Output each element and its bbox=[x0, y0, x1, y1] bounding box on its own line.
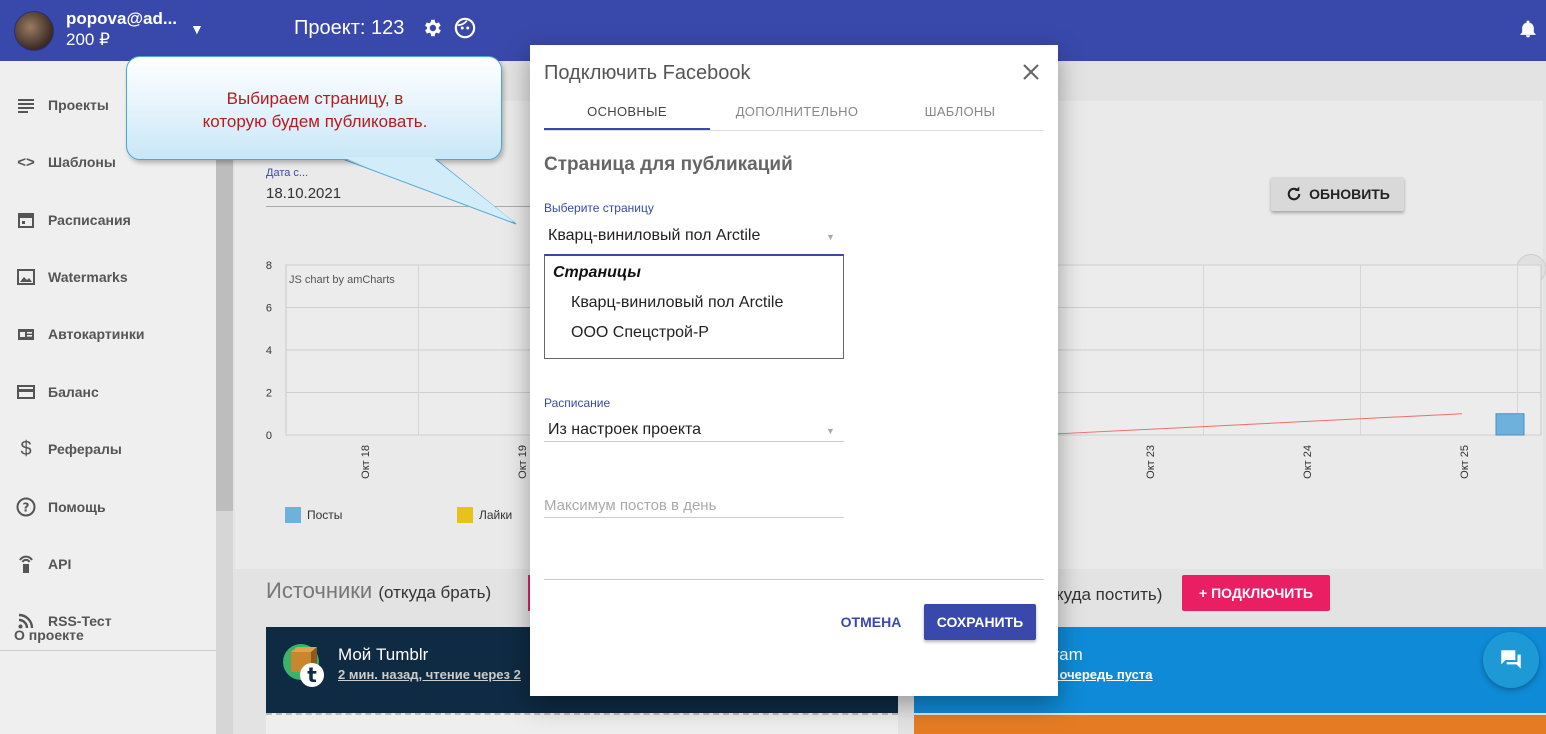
page-select[interactable]: Кварц-виниловый пол Arctile bbox=[548, 227, 760, 245]
dropdown-arrow-icon[interactable]: ▼ bbox=[826, 426, 835, 436]
page-dropdown-list: Страницы Кварц-виниловый пол Arctile ООО… bbox=[544, 254, 844, 359]
face-icon[interactable] bbox=[454, 17, 476, 44]
avatar[interactable] bbox=[14, 11, 54, 51]
dropdown-option[interactable]: Кварц-виниловый пол Arctile bbox=[571, 294, 783, 312]
dropdown-group-label: Страницы bbox=[553, 264, 641, 281]
user-balance: 200 ₽ bbox=[66, 30, 110, 49]
bell-icon[interactable] bbox=[1518, 18, 1538, 45]
gear-icon[interactable] bbox=[421, 17, 443, 44]
max-posts-input[interactable]: Максимум постов в день bbox=[544, 497, 716, 514]
dialog-title: Подключить Facebook bbox=[544, 62, 751, 84]
tab-main[interactable]: ОСНОВНЫЕ bbox=[544, 91, 710, 131]
save-button[interactable]: СОХРАНИТЬ bbox=[924, 604, 1036, 640]
active-tab-indicator bbox=[544, 128, 710, 130]
dialog-footer-divider bbox=[544, 579, 1044, 580]
chevron-down-icon[interactable]: ▼ bbox=[190, 21, 204, 37]
callout-line-1: Выбираем страницу, в bbox=[226, 89, 404, 108]
schedule-select[interactable]: Из настроек проекта bbox=[548, 421, 701, 439]
dropdown-option[interactable]: ООО Спецстрой-Р bbox=[571, 324, 709, 342]
schedule-select-label: Расписание bbox=[544, 396, 611, 410]
cancel-button[interactable]: ОТМЕНА bbox=[836, 605, 906, 639]
user-name[interactable]: popova@ad... bbox=[66, 9, 177, 29]
schedule-select-underline bbox=[544, 441, 844, 442]
tab-advanced[interactable]: ДОПОЛНИТЕЛЬНО bbox=[714, 91, 880, 131]
tab-templates[interactable]: ШАБЛОНЫ bbox=[877, 91, 1043, 131]
project-title: Проект: 123 bbox=[294, 17, 405, 39]
callout-line-2: которую будем публиковать. bbox=[202, 112, 428, 131]
dialog-tabs: ОСНОВНЫЕ ДОПОЛНИТЕЛЬНО ШАБЛОНЫ bbox=[544, 91, 1044, 131]
connect-facebook-dialog: Подключить Facebook ОСНОВНЫЕ ДОПОЛНИТЕЛЬ… bbox=[530, 45, 1058, 696]
max-posts-underline bbox=[544, 517, 844, 518]
callout-text: Выбираем страницу, в которую будем публи… bbox=[127, 87, 503, 133]
section-title: Страница для публикаций bbox=[544, 154, 793, 175]
page-select-label: Выберите страницу bbox=[544, 201, 654, 215]
hint-callout: Выбираем страницу, в которую будем публи… bbox=[126, 56, 502, 160]
close-icon[interactable] bbox=[1020, 61, 1042, 83]
dropdown-arrow-icon[interactable]: ▼ bbox=[826, 232, 835, 242]
